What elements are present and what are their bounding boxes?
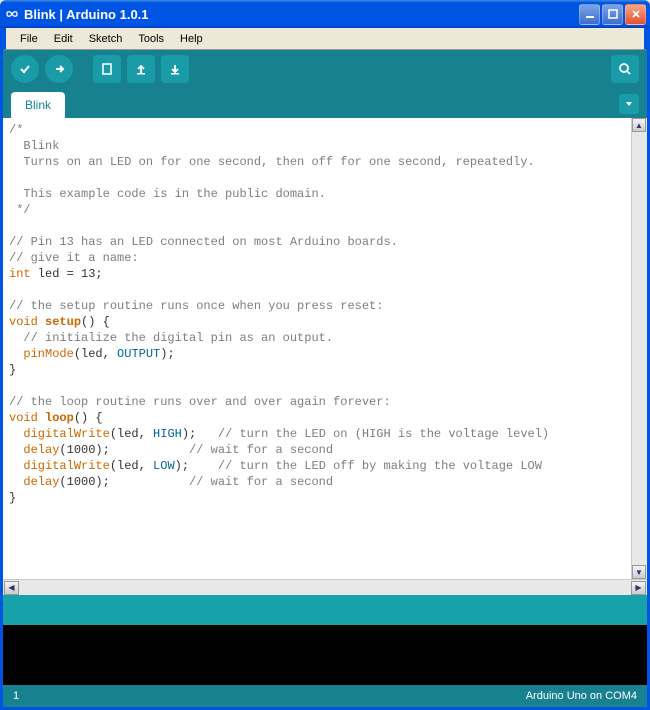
open-button[interactable]	[127, 55, 155, 83]
upload-button[interactable]	[45, 55, 73, 83]
toolbar	[3, 50, 647, 88]
new-button[interactable]	[93, 55, 121, 83]
tabbar: Blink	[3, 88, 647, 118]
horizontal-scrollbar[interactable]: ◀ ▶	[3, 579, 647, 595]
menubar: File Edit Sketch Tools Help	[3, 28, 647, 50]
save-button[interactable]	[161, 55, 189, 83]
arduino-icon	[4, 6, 20, 22]
status-line: 1	[13, 690, 19, 702]
menu-file[interactable]: File	[12, 31, 46, 47]
tab-blink[interactable]: Blink	[11, 92, 65, 118]
verify-button[interactable]	[11, 55, 39, 83]
menu-help[interactable]: Help	[172, 31, 211, 47]
serial-monitor-button[interactable]	[611, 55, 639, 83]
code-editor[interactable]: /* Blink Turns on an LED on for one seco…	[3, 118, 631, 579]
status-board: Arduino Uno on COM4	[526, 690, 637, 702]
close-button[interactable]	[625, 4, 646, 25]
vertical-scrollbar[interactable]: ▲ ▼	[631, 118, 647, 579]
menu-edit[interactable]: Edit	[46, 31, 81, 47]
scroll-up-icon[interactable]: ▲	[632, 118, 646, 132]
minimize-button[interactable]	[579, 4, 600, 25]
maximize-button[interactable]	[602, 4, 623, 25]
menu-sketch[interactable]: Sketch	[81, 31, 131, 47]
titlebar[interactable]: Blink | Arduino 1.0.1	[0, 0, 650, 28]
menu-tools[interactable]: Tools	[130, 31, 172, 47]
message-area	[3, 595, 647, 625]
scroll-right-icon[interactable]: ▶	[631, 581, 646, 595]
statusbar: 1 Arduino Uno on COM4	[3, 685, 647, 707]
tab-menu-button[interactable]	[619, 94, 639, 114]
scroll-left-icon[interactable]: ◀	[4, 581, 19, 595]
console[interactable]	[3, 625, 647, 685]
window-title: Blink | Arduino 1.0.1	[24, 7, 579, 22]
scroll-down-icon[interactable]: ▼	[632, 565, 646, 579]
